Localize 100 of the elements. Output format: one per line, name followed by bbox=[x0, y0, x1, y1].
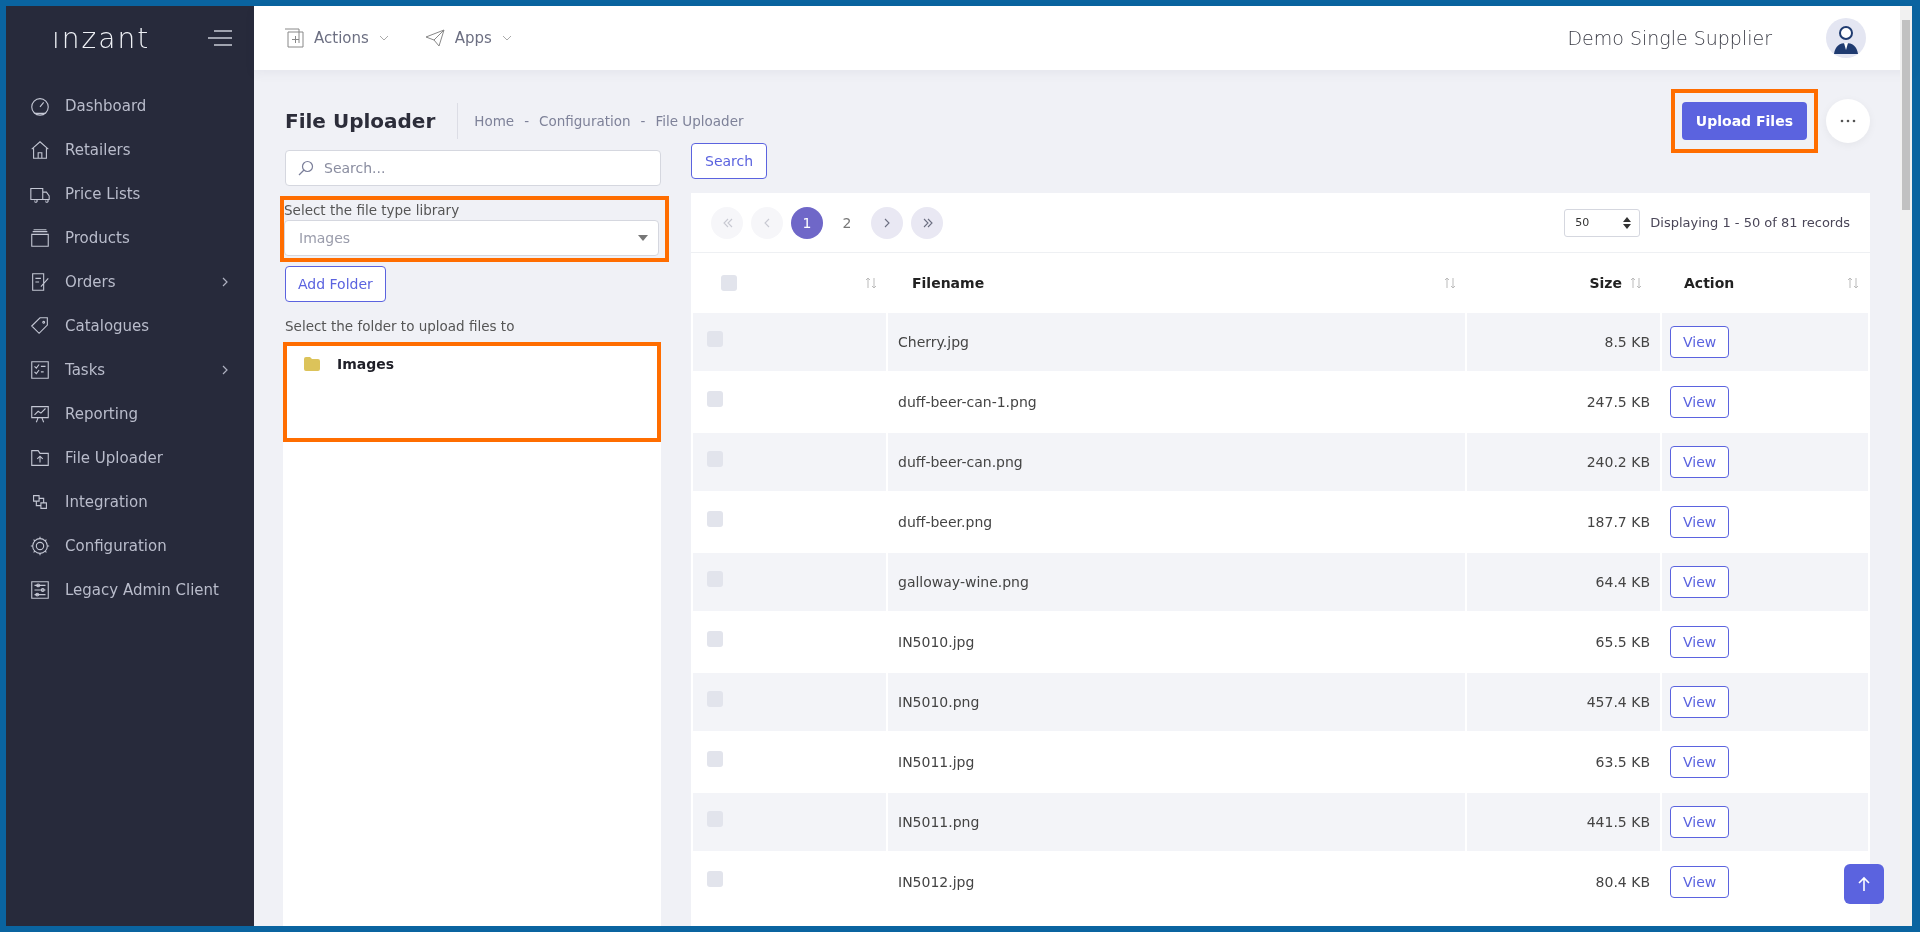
more-icon bbox=[1840, 119, 1856, 123]
view-button[interactable]: View bbox=[1670, 506, 1730, 538]
sidebar-item[interactable]: Price Lists bbox=[6, 172, 254, 216]
search-field[interactable]: Search... bbox=[285, 150, 661, 186]
view-button[interactable]: View bbox=[1670, 326, 1730, 358]
sliders-icon bbox=[29, 579, 51, 601]
sort-icon[interactable] bbox=[865, 277, 877, 289]
checklist-icon bbox=[29, 359, 51, 381]
chevron-icon bbox=[222, 365, 228, 375]
table-cell: 240.2 KB bbox=[1586, 454, 1650, 470]
table-cell: IN5010.jpg bbox=[898, 634, 975, 650]
folder-item[interactable]: Images bbox=[337, 356, 395, 372]
arrow-up-icon bbox=[1857, 876, 1871, 892]
scrollbar[interactable] bbox=[1900, 6, 1912, 926]
column-header[interactable]: Action bbox=[1684, 275, 1735, 291]
page-button[interactable]: 2 bbox=[831, 206, 863, 239]
view-button[interactable]: View bbox=[1670, 866, 1730, 898]
table-cell: 64.4 KB bbox=[1595, 574, 1650, 590]
chevron-icon bbox=[501, 35, 512, 41]
breadcrumb-separator: - bbox=[524, 113, 530, 129]
table-cell: IN5012.jpg bbox=[898, 874, 975, 890]
checkbox[interactable] bbox=[707, 511, 723, 527]
table-cell: IN5010.png bbox=[898, 694, 980, 710]
breadcrumb-link[interactable]: Configuration bbox=[539, 113, 631, 129]
sidebar-item[interactable]: Retailers bbox=[6, 128, 254, 172]
paper-plane-icon bbox=[424, 28, 445, 48]
table-cell: galloway-wine.png bbox=[898, 574, 1029, 590]
logo: ınzant bbox=[52, 21, 151, 55]
sidebar-item[interactable]: Reporting bbox=[6, 392, 254, 436]
view-button[interactable]: View bbox=[1670, 806, 1730, 838]
checkbox[interactable] bbox=[707, 631, 723, 647]
more-button[interactable] bbox=[1826, 99, 1870, 143]
column-header[interactable]: Filename bbox=[912, 275, 985, 291]
table-cell: 247.5 KB bbox=[1586, 394, 1650, 410]
search-icon bbox=[298, 160, 314, 176]
clipboard-icon bbox=[29, 271, 51, 293]
table-cell: IN5011.png bbox=[898, 814, 980, 830]
sidebar-item[interactable]: Tasks bbox=[6, 348, 254, 392]
table-cell: 63.5 KB bbox=[1595, 754, 1650, 770]
menu-button[interactable]: Apps bbox=[424, 28, 512, 48]
box-icon bbox=[29, 227, 51, 249]
table-cell: IN5011.jpg bbox=[898, 754, 975, 770]
sort-icon[interactable] bbox=[1630, 277, 1642, 289]
gear-icon bbox=[29, 535, 51, 557]
table-cell: 441.5 KB bbox=[1586, 814, 1650, 830]
chevron-icon bbox=[222, 277, 228, 287]
page-button[interactable]: 1 bbox=[791, 206, 823, 239]
add-folder-button[interactable]: Add Folder bbox=[285, 266, 386, 302]
view-button[interactable]: View bbox=[1670, 686, 1730, 718]
sidebar-item[interactable]: Dashboard bbox=[6, 84, 254, 128]
last-page-button[interactable] bbox=[911, 206, 943, 239]
view-button[interactable]: View bbox=[1670, 446, 1730, 478]
table-cell: 80.4 KB bbox=[1595, 874, 1650, 890]
view-button[interactable]: View bbox=[1670, 566, 1730, 598]
menu-icon[interactable] bbox=[208, 30, 232, 46]
sidebar-item[interactable]: Products bbox=[6, 216, 254, 260]
view-button[interactable]: View bbox=[1670, 626, 1730, 658]
table-cell: duff-beer-can-1.png bbox=[898, 394, 1037, 410]
sidebar-item[interactable]: Orders bbox=[6, 260, 254, 304]
sort-icon[interactable] bbox=[1847, 277, 1859, 289]
table-cell: 187.7 KB bbox=[1586, 514, 1650, 530]
sidebar-item[interactable]: File Uploader bbox=[6, 436, 254, 480]
house-icon bbox=[29, 139, 51, 161]
caret-icon bbox=[638, 235, 648, 241]
breadcrumb-link[interactable]: File Uploader bbox=[655, 113, 744, 129]
page-size-select[interactable]: 50 bbox=[1564, 208, 1641, 237]
menu-button[interactable]: Actions bbox=[284, 28, 389, 48]
table-cell: 457.4 KB bbox=[1586, 694, 1650, 710]
library-select[interactable]: Images bbox=[284, 220, 659, 256]
sidebar-item[interactable]: Catalogues bbox=[6, 304, 254, 348]
next-page-button[interactable] bbox=[871, 206, 903, 239]
double-chevron-icon bbox=[721, 217, 733, 228]
tag-icon bbox=[29, 315, 51, 337]
table-cell: Cherry.jpg bbox=[898, 334, 969, 350]
checkbox[interactable] bbox=[721, 275, 737, 291]
checkbox[interactable] bbox=[707, 391, 723, 407]
folder-icon bbox=[303, 357, 321, 371]
search-button[interactable]: Search bbox=[691, 143, 768, 179]
breadcrumb-link[interactable]: Home bbox=[474, 113, 515, 129]
field-label: Select the folder to upload files to bbox=[285, 317, 516, 336]
page-title: File Uploader bbox=[285, 103, 459, 139]
chevron-icon bbox=[378, 35, 389, 41]
view-button[interactable]: View bbox=[1670, 386, 1730, 418]
avatar-icon[interactable] bbox=[1826, 18, 1866, 58]
sort-icon[interactable] bbox=[1444, 277, 1456, 289]
scroll-top-button[interactable] bbox=[1844, 864, 1884, 904]
sidebar-item[interactable]: Integration bbox=[6, 480, 254, 524]
gauge-icon bbox=[29, 95, 51, 117]
breadcrumb-separator: - bbox=[640, 113, 646, 129]
column-header[interactable]: Size bbox=[1589, 275, 1622, 291]
sidebar-item[interactable]: Configuration bbox=[6, 524, 254, 568]
stepper-icon bbox=[1623, 216, 1632, 229]
sidebar-item[interactable]: Legacy Admin Client bbox=[6, 568, 254, 612]
double-chevron-icon bbox=[921, 217, 933, 228]
field-label: Select the file type library bbox=[284, 201, 461, 220]
checkbox[interactable] bbox=[707, 871, 723, 887]
table-cell: duff-beer-can.png bbox=[898, 454, 1023, 470]
view-button[interactable]: View bbox=[1670, 746, 1730, 778]
checkbox[interactable] bbox=[707, 751, 723, 767]
upload-files-button[interactable]: Upload Files bbox=[1681, 102, 1807, 140]
